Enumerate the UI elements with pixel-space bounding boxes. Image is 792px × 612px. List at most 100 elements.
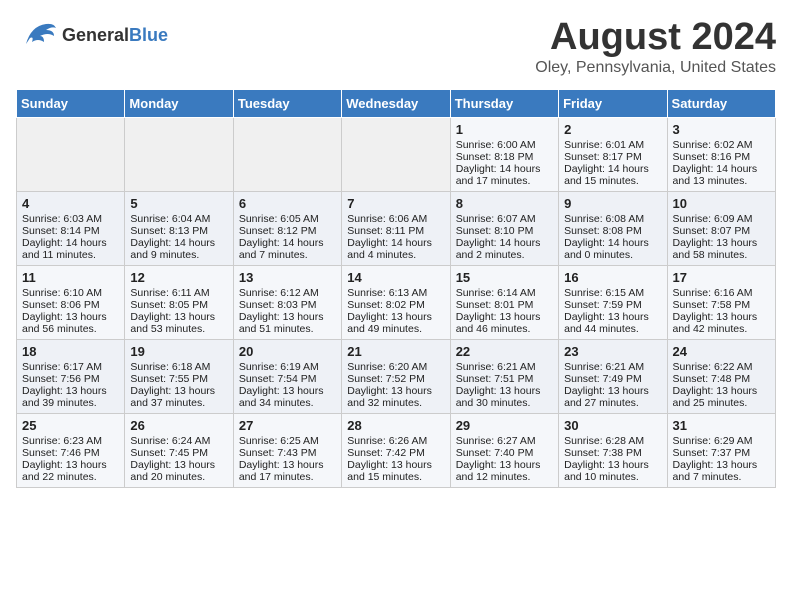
cell-info-line: Daylight: 13 hours — [22, 459, 119, 471]
location: Oley, Pennsylvania, United States — [535, 59, 776, 77]
cell-info-line: Sunset: 8:01 PM — [456, 299, 553, 311]
day-number: 14 — [347, 270, 444, 285]
calendar-cell: 26Sunrise: 6:24 AMSunset: 7:45 PMDayligh… — [125, 414, 233, 488]
cell-info-line: Daylight: 14 hours — [130, 237, 227, 249]
calendar-cell: 23Sunrise: 6:21 AMSunset: 7:49 PMDayligh… — [559, 340, 667, 414]
cell-info-line: Daylight: 13 hours — [564, 385, 661, 397]
cell-info-line: Sunset: 7:56 PM — [22, 373, 119, 385]
cell-info-line: Sunset: 8:13 PM — [130, 225, 227, 237]
day-number: 23 — [564, 344, 661, 359]
cell-info-line: Sunset: 7:48 PM — [673, 373, 770, 385]
cell-info-line: Sunrise: 6:21 AM — [564, 361, 661, 373]
day-number: 6 — [239, 196, 336, 211]
day-number: 17 — [673, 270, 770, 285]
cell-info-line: and 11 minutes. — [22, 249, 119, 261]
cell-info-line: and 49 minutes. — [347, 323, 444, 335]
cell-info-line: and 13 minutes. — [673, 175, 770, 187]
cell-info-line: Sunset: 8:08 PM — [564, 225, 661, 237]
day-number: 12 — [130, 270, 227, 285]
cell-info-line: Daylight: 13 hours — [347, 459, 444, 471]
day-number: 21 — [347, 344, 444, 359]
calendar-cell: 17Sunrise: 6:16 AMSunset: 7:58 PMDayligh… — [667, 266, 775, 340]
cell-info-line: and 10 minutes. — [564, 471, 661, 483]
cell-info-line: Daylight: 13 hours — [239, 311, 336, 323]
cell-info-line: and 56 minutes. — [22, 323, 119, 335]
cell-info-line: and 2 minutes. — [456, 249, 553, 261]
calendar-cell: 28Sunrise: 6:26 AMSunset: 7:42 PMDayligh… — [342, 414, 450, 488]
cell-info-line: Sunrise: 6:11 AM — [130, 287, 227, 299]
calendar-cell — [17, 118, 125, 192]
cell-info-line: Daylight: 13 hours — [130, 311, 227, 323]
calendar-cell: 29Sunrise: 6:27 AMSunset: 7:40 PMDayligh… — [450, 414, 558, 488]
calendar-cell: 25Sunrise: 6:23 AMSunset: 7:46 PMDayligh… — [17, 414, 125, 488]
cell-info-line: Daylight: 13 hours — [22, 385, 119, 397]
cell-info-line: Sunset: 8:18 PM — [456, 151, 553, 163]
cell-info-line: Sunrise: 6:19 AM — [239, 361, 336, 373]
cell-info-line: Sunrise: 6:28 AM — [564, 435, 661, 447]
day-number: 27 — [239, 418, 336, 433]
cell-info-line: Daylight: 13 hours — [564, 459, 661, 471]
cell-info-line: Sunrise: 6:12 AM — [239, 287, 336, 299]
cell-info-line: Sunset: 7:42 PM — [347, 447, 444, 459]
cell-info-line: and 17 minutes. — [239, 471, 336, 483]
calendar-cell: 16Sunrise: 6:15 AMSunset: 7:59 PMDayligh… — [559, 266, 667, 340]
cell-info-line: and 27 minutes. — [564, 397, 661, 409]
logo-text: GeneralBlue — [62, 25, 168, 46]
day-number: 11 — [22, 270, 119, 285]
cell-info-line: and 39 minutes. — [22, 397, 119, 409]
cell-info-line: and 20 minutes. — [130, 471, 227, 483]
cell-info-line: Daylight: 13 hours — [456, 459, 553, 471]
day-number: 7 — [347, 196, 444, 211]
cell-info-line: and 17 minutes. — [456, 175, 553, 187]
cell-info-line: Daylight: 14 hours — [22, 237, 119, 249]
cell-info-line: Sunset: 8:06 PM — [22, 299, 119, 311]
day-header-friday: Friday — [559, 90, 667, 118]
day-number: 5 — [130, 196, 227, 211]
cell-info-line: Sunset: 8:11 PM — [347, 225, 444, 237]
cell-info-line: Daylight: 14 hours — [456, 163, 553, 175]
day-number: 10 — [673, 196, 770, 211]
cell-info-line: and 37 minutes. — [130, 397, 227, 409]
cell-info-line: Sunset: 8:03 PM — [239, 299, 336, 311]
week-row-1: 1Sunrise: 6:00 AMSunset: 8:18 PMDaylight… — [17, 118, 776, 192]
week-row-3: 11Sunrise: 6:10 AMSunset: 8:06 PMDayligh… — [17, 266, 776, 340]
calendar-table: SundayMondayTuesdayWednesdayThursdayFrid… — [16, 89, 776, 488]
cell-info-line: Sunrise: 6:18 AM — [130, 361, 227, 373]
cell-info-line: Sunrise: 6:00 AM — [456, 139, 553, 151]
cell-info-line: Sunrise: 6:04 AM — [130, 213, 227, 225]
day-number: 30 — [564, 418, 661, 433]
calendar-cell: 7Sunrise: 6:06 AMSunset: 8:11 PMDaylight… — [342, 192, 450, 266]
cell-info-line: Daylight: 13 hours — [673, 311, 770, 323]
day-number: 13 — [239, 270, 336, 285]
cell-info-line: Sunset: 7:51 PM — [456, 373, 553, 385]
cell-info-line: Daylight: 14 hours — [673, 163, 770, 175]
calendar-cell: 11Sunrise: 6:10 AMSunset: 8:06 PMDayligh… — [17, 266, 125, 340]
calendar-cell: 14Sunrise: 6:13 AMSunset: 8:02 PMDayligh… — [342, 266, 450, 340]
cell-info-line: Sunset: 8:17 PM — [564, 151, 661, 163]
cell-info-line: Sunset: 8:16 PM — [673, 151, 770, 163]
cell-info-line: Sunrise: 6:26 AM — [347, 435, 444, 447]
day-number: 9 — [564, 196, 661, 211]
week-row-2: 4Sunrise: 6:03 AMSunset: 8:14 PMDaylight… — [17, 192, 776, 266]
calendar-cell — [125, 118, 233, 192]
cell-info-line: Sunset: 8:05 PM — [130, 299, 227, 311]
cell-info-line: Sunrise: 6:02 AM — [673, 139, 770, 151]
day-header-tuesday: Tuesday — [233, 90, 341, 118]
day-number: 16 — [564, 270, 661, 285]
cell-info-line: Sunrise: 6:06 AM — [347, 213, 444, 225]
day-number: 22 — [456, 344, 553, 359]
cell-info-line: Sunset: 8:07 PM — [673, 225, 770, 237]
day-number: 26 — [130, 418, 227, 433]
title-area: August 2024 Oley, Pennsylvania, United S… — [535, 16, 776, 77]
cell-info-line: Daylight: 13 hours — [673, 385, 770, 397]
logo: GeneralBlue — [16, 16, 168, 54]
cell-info-line: Sunrise: 6:01 AM — [564, 139, 661, 151]
cell-info-line: Daylight: 14 hours — [456, 237, 553, 249]
cell-info-line: and 15 minutes. — [564, 175, 661, 187]
day-header-saturday: Saturday — [667, 90, 775, 118]
cell-info-line: and 9 minutes. — [130, 249, 227, 261]
cell-info-line: and 46 minutes. — [456, 323, 553, 335]
calendar-cell: 8Sunrise: 6:07 AMSunset: 8:10 PMDaylight… — [450, 192, 558, 266]
cell-info-line: Daylight: 13 hours — [456, 385, 553, 397]
calendar-cell: 15Sunrise: 6:14 AMSunset: 8:01 PMDayligh… — [450, 266, 558, 340]
